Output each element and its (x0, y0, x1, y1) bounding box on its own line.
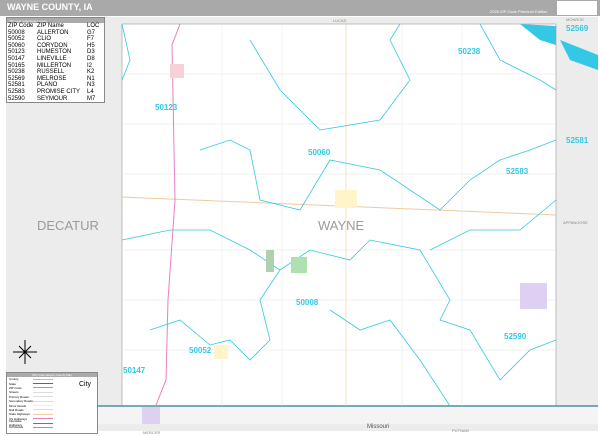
legend-line-sample (33, 422, 53, 424)
legend-item-label: Rail Roads (9, 407, 24, 412)
index-cell: K2 (87, 69, 95, 76)
index-cell: M7 (87, 95, 96, 102)
index-row: 50123 HUMESTON D3 (7, 49, 104, 56)
zip-index-table: ZIP Code Index/Grid Locator ZIP Code ZIP … (6, 17, 105, 104)
index-row: 50008 ALLERTON G7 (7, 30, 104, 37)
index-row: 52590 SEYMOUR M7 (7, 96, 104, 103)
index-cell: D8 (87, 55, 95, 62)
map-legend: ZIP Code Wayne County Map County State ZIP… (6, 372, 98, 434)
index-row: 52581 PLANO N3 (7, 82, 104, 89)
legend-item-label: State (9, 381, 17, 386)
index-row: 50238 RUSSELL K2 (7, 69, 104, 76)
index-cell: 52583 (8, 88, 25, 95)
zip-label: 52590 (504, 332, 527, 341)
legend-line-sample (33, 396, 53, 398)
index-cell: ALLERTON (37, 29, 69, 36)
index-cell: MELROSE (37, 75, 67, 82)
legend-item-label: Primary Roads (9, 394, 29, 399)
index-cell: F7 (87, 36, 95, 43)
index-header: ZIP Code ZIP Name LOC (8, 23, 100, 29)
index-row: 50147 LINEVILLE D8 (7, 56, 104, 63)
index-cell: 52581 (8, 82, 25, 89)
legend-item-label: State Highways (9, 412, 30, 417)
index-cell: G7 (87, 29, 96, 36)
legend-line-sample (33, 378, 53, 380)
index-row: 52569 MELROSE N1 (7, 76, 104, 83)
index-cell: H5 (87, 42, 95, 49)
index-cell: LINEVILLE (37, 55, 67, 62)
index-cell: 50060 (8, 42, 25, 49)
index-cell: HUMESTON (37, 49, 72, 56)
index-cell: 50147 (8, 55, 25, 62)
legend-item-label: Streets (9, 390, 19, 395)
index-cell: L4 (87, 88, 94, 95)
index-cell: I2 (87, 62, 93, 69)
legend-item-label: Secondary Roads (9, 399, 33, 404)
index-cell: RUSSELL (37, 69, 65, 76)
town-clio (214, 345, 228, 359)
town-seymour (520, 283, 547, 309)
legend-line-sample (33, 409, 53, 411)
zip-label: 50052 (189, 346, 212, 355)
index-cell: MILLERTON (37, 62, 72, 69)
legend-line-sample (33, 413, 53, 415)
index-cell: 50008 (8, 29, 25, 36)
legend-item: Toll Roads (7, 425, 97, 429)
town-corydon (335, 190, 357, 208)
index-cell: N1 (87, 75, 95, 82)
zip-label: 50123 (155, 103, 178, 112)
town-millerton (266, 250, 274, 272)
index-cell: 52569 (8, 75, 25, 82)
index-row: 50060 CORYDON H5 (7, 43, 104, 50)
town-allerton (291, 257, 307, 273)
legend-item-label: Toll Roads (9, 425, 24, 430)
zip-label: 50238 (458, 47, 481, 56)
legend-line-sample (33, 400, 53, 402)
town-lineville (142, 407, 160, 424)
county-label-monroe: MONROE (566, 17, 584, 22)
legend-item-label: County (9, 377, 19, 382)
town-humeston (170, 64, 184, 78)
index-cell: SEYMOUR (37, 95, 68, 102)
index-cell: PLANO (37, 82, 58, 89)
legend-line-sample (33, 405, 53, 407)
index-row: 52583 PROMISE CITY L4 (7, 89, 104, 96)
county-label-lucas: LUCAS (333, 18, 347, 23)
zip-label: 52581 (566, 136, 589, 145)
zip-label: 52583 (506, 167, 529, 176)
legend-item-label: ZIP Code (9, 385, 22, 390)
county-label-wayne: WAYNE (318, 218, 365, 233)
index-cell: PROMISE CITY (37, 88, 81, 95)
index-cell: N3 (87, 82, 95, 89)
county-label-appanoose: APPANOOSE (563, 220, 588, 225)
index-cell: 52590 (8, 95, 25, 102)
index-row: 50165 MILLERTON I2 (7, 63, 104, 70)
wayne-county-area (121, 23, 557, 407)
index-cell: 50165 (8, 62, 25, 69)
index-row: 50052 CLIO F7 (7, 36, 104, 43)
index-cell: 50123 (8, 49, 25, 56)
index-cell: CORYDON (37, 42, 68, 49)
index-cell: 50238 (8, 69, 25, 76)
index-cell: CLIO (37, 36, 52, 43)
index-cell: D3 (87, 49, 95, 56)
legend-line-sample (33, 383, 53, 385)
index-cell: 50052 (8, 36, 25, 43)
zip-label: 50147 (123, 366, 146, 375)
legend-line-sample (33, 387, 53, 389)
legend-item-label: Minor Roads (9, 403, 27, 408)
legend-line-sample (33, 391, 53, 393)
zip-label: 50008 (296, 298, 319, 307)
zip-label: 52569 (566, 24, 589, 33)
legend-line-sample (33, 426, 53, 428)
state-label-missouri: Missouri (367, 424, 390, 430)
legend-line-sample (33, 418, 53, 420)
county-label-mercer: MERCER (143, 430, 161, 435)
zip-label: 50060 (308, 148, 331, 157)
county-label-putnam: PUTNAM (452, 428, 469, 433)
county-label-decatur: DECATUR (37, 218, 99, 233)
legend-city-sample: City (79, 381, 92, 388)
